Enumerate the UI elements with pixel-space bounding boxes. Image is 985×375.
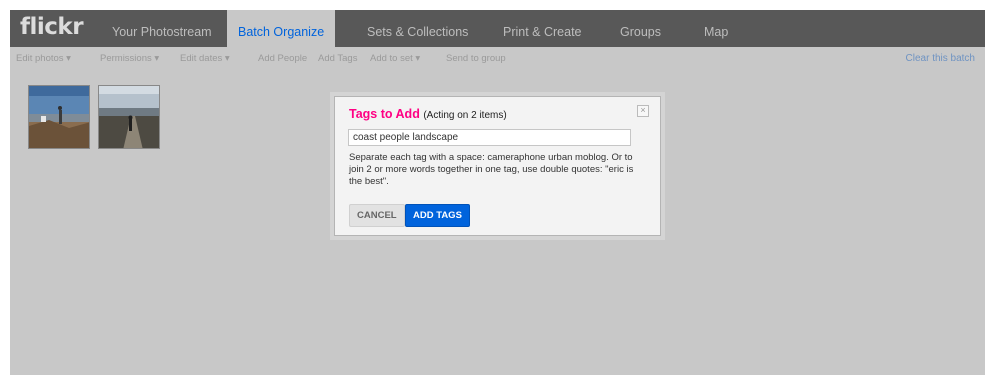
add-tags-action[interactable]: Add Tags	[318, 53, 357, 64]
edit-dates-menu[interactable]: Edit dates ▾	[180, 53, 230, 64]
batch-toolbar: Edit photos ▾ Permissions ▾ Edit dates ▾…	[10, 47, 985, 67]
dialog-title-text: Tags to Add	[349, 107, 420, 121]
permissions-menu[interactable]: Permissions ▾	[100, 53, 159, 64]
nav-groups[interactable]: Groups	[620, 10, 661, 47]
add-tags-button[interactable]: ADD TAGS	[405, 204, 470, 227]
app-frame: flickr Your Photostream Batch Organize S…	[10, 10, 985, 375]
nav-your-photostream[interactable]: Your Photostream	[112, 10, 212, 47]
batch-photo-thumbnail[interactable]	[28, 85, 90, 149]
nav-map[interactable]: Map	[704, 10, 728, 47]
tags-to-add-dialog: Tags to Add (Acting on 2 items) × Separa…	[334, 96, 661, 236]
add-people-action[interactable]: Add People	[258, 53, 307, 64]
tags-input[interactable]	[348, 129, 631, 146]
edit-photos-menu[interactable]: Edit photos ▾	[16, 53, 71, 64]
cancel-button[interactable]: CANCEL	[349, 204, 405, 227]
batch-photo-thumbnail[interactable]	[98, 85, 160, 149]
dialog-subtitle: (Acting on 2 items)	[423, 110, 507, 121]
flickr-logo[interactable]: flickr	[20, 14, 84, 40]
add-to-set-menu[interactable]: Add to set ▾	[370, 53, 420, 64]
tags-help-text: Separate each tag with a space: cameraph…	[349, 152, 634, 187]
nav-print-create[interactable]: Print & Create	[503, 10, 582, 47]
close-icon[interactable]: ×	[637, 105, 649, 117]
nav-sets-collections[interactable]: Sets & Collections	[367, 10, 468, 47]
send-to-group-action[interactable]: Send to group	[446, 53, 506, 64]
clear-batch-link[interactable]: Clear this batch	[906, 53, 975, 64]
nav-batch-organize[interactable]: Batch Organize	[227, 10, 336, 47]
dialog-title: Tags to Add (Acting on 2 items)	[349, 107, 507, 121]
top-navigation-bar: flickr Your Photostream Batch Organize S…	[10, 10, 985, 47]
